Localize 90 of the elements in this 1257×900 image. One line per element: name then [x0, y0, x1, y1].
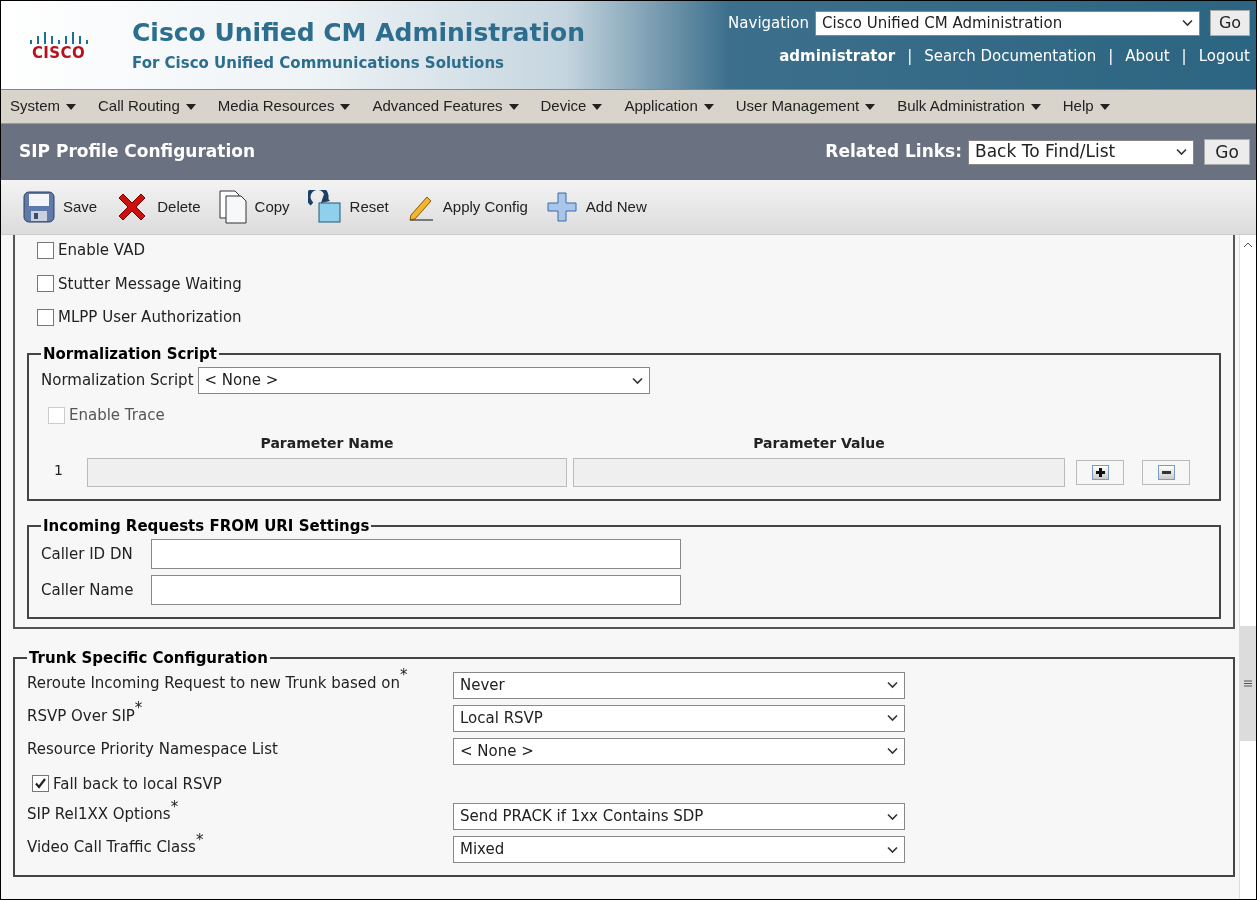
section-legend: Normalization Script: [41, 342, 219, 365]
plus-icon: [545, 191, 578, 223]
related-links-label: Related Links:: [825, 140, 962, 164]
text-field[interactable]: [151, 539, 681, 569]
checkbox[interactable]: [37, 241, 54, 259]
bridge-bars-icon: [28, 29, 89, 46]
link-separator: |: [1181, 46, 1187, 67]
column-header: Parameter Name: [259, 433, 395, 453]
related-links-select[interactable]: Back To Find/List: [968, 139, 1194, 165]
script-select[interactable]: < None >: [197, 367, 650, 394]
header-link[interactable]: Search Documentation: [924, 45, 1097, 68]
text-field[interactable]: [151, 575, 681, 605]
menu-item[interactable]: Media Resources: [217, 95, 351, 118]
menu-item[interactable]: Application: [624, 95, 714, 118]
logo-text: CISCO: [32, 45, 85, 61]
checkbox-label: Enable VAD: [58, 240, 145, 261]
toolbar-button[interactable]: Save: [23, 191, 98, 223]
caret-icon: [185, 103, 196, 110]
caret-icon: [1099, 103, 1110, 110]
menu-item[interactable]: Help: [1062, 95, 1110, 118]
reset-box-icon: [307, 190, 342, 224]
chevron-down-icon: [887, 845, 898, 854]
menu-item[interactable]: Call Routing: [98, 95, 196, 118]
toolbar-button[interactable]: Reset: [307, 190, 389, 224]
header-link[interactable]: About: [1125, 45, 1170, 68]
username: administrator: [779, 46, 896, 67]
scroll-up-icon: [1243, 241, 1253, 248]
chevron-down-icon: [887, 714, 898, 722]
field-label: Caller Name: [41, 579, 135, 601]
row-number: 1: [53, 460, 64, 480]
link-separator: |: [1108, 46, 1114, 67]
menu-item[interactable]: User Management: [735, 95, 876, 118]
navigation-label: Navigation: [728, 12, 809, 34]
caret-icon: [340, 103, 351, 110]
remove-row-button[interactable]: [1142, 459, 1190, 485]
checkbox[interactable]: [37, 275, 54, 293]
chevron-down-icon: [887, 812, 898, 821]
option-select[interactable]: < None >: [453, 737, 905, 765]
field-label: Normalization Script: [41, 370, 194, 392]
checkbox-label: Fall back to local RSVP: [53, 773, 222, 795]
product-subtitle: For Cisco Unified Communications Solutions: [132, 53, 505, 75]
caret-icon: [865, 103, 876, 110]
chevron-down-icon: [887, 747, 898, 755]
page-title: SIP Profile Configuration: [19, 140, 256, 164]
section-legend: Incoming Requests FROM URI Settings: [41, 514, 372, 537]
caret-icon: [66, 103, 76, 110]
navigation-select[interactable]: Cisco Unified CM Administration: [815, 10, 1200, 36]
parameter-name-field[interactable]: [87, 457, 567, 487]
column-header: Parameter Value: [752, 433, 886, 453]
chevron-down-icon: [887, 681, 898, 689]
toolbar-button[interactable]: Add New: [545, 191, 647, 223]
plus-icon: [1091, 464, 1109, 480]
section-legend: Trunk Specific Configuration: [27, 647, 270, 670]
go-button[interactable]: Go: [1210, 10, 1250, 36]
checkbox[interactable]: [32, 775, 49, 793]
chevron-down-icon: [1176, 148, 1187, 156]
caret-icon: [1030, 103, 1041, 110]
caret-icon: [508, 103, 519, 110]
menu-item[interactable]: System: [10, 95, 76, 118]
product-title: Cisco Unified CM Administration: [132, 17, 585, 49]
toolbar-button[interactable]: Copy: [218, 190, 290, 224]
checkbox-label: Stutter Message Waiting: [58, 273, 242, 295]
checkbox-label: MLPP User Authorization: [58, 307, 242, 328]
checkbox[interactable]: [37, 308, 54, 326]
toolbar-button[interactable]: Apply Config: [406, 193, 528, 221]
parameter-value-field[interactable]: [573, 457, 1065, 487]
field-label: Caller ID DN: [41, 543, 134, 565]
copy-icon: [218, 190, 247, 224]
minus-icon: [1157, 464, 1175, 480]
option-select[interactable]: Send PRACK if 1xx Contains SDP: [453, 803, 905, 830]
check-icon: [34, 777, 47, 791]
chevron-down-icon: [1182, 19, 1193, 27]
field-label: Resource Priority Namespace List: [27, 738, 279, 760]
link-separator: |: [907, 46, 913, 67]
caret-icon: [703, 103, 714, 110]
caret-icon: [592, 103, 603, 110]
scroll-thumb[interactable]: [1240, 626, 1256, 741]
checkbox-label: Enable Trace: [69, 405, 165, 426]
scrollbar[interactable]: [1239, 235, 1256, 899]
option-select[interactable]: Never: [453, 671, 905, 699]
option-select[interactable]: Mixed: [453, 836, 905, 863]
go-button[interactable]: Go: [1204, 139, 1250, 165]
add-row-button[interactable]: [1076, 459, 1124, 485]
menu-item[interactable]: Device: [540, 95, 603, 118]
header-link[interactable]: Logout: [1198, 45, 1250, 68]
toolbar-button[interactable]: Delete: [115, 190, 201, 224]
menu-item[interactable]: Bulk Administration: [897, 95, 1041, 118]
option-select[interactable]: Local RSVP: [453, 704, 905, 732]
chevron-down-icon: [631, 376, 643, 385]
menu-item[interactable]: Advanced Features: [372, 95, 519, 118]
